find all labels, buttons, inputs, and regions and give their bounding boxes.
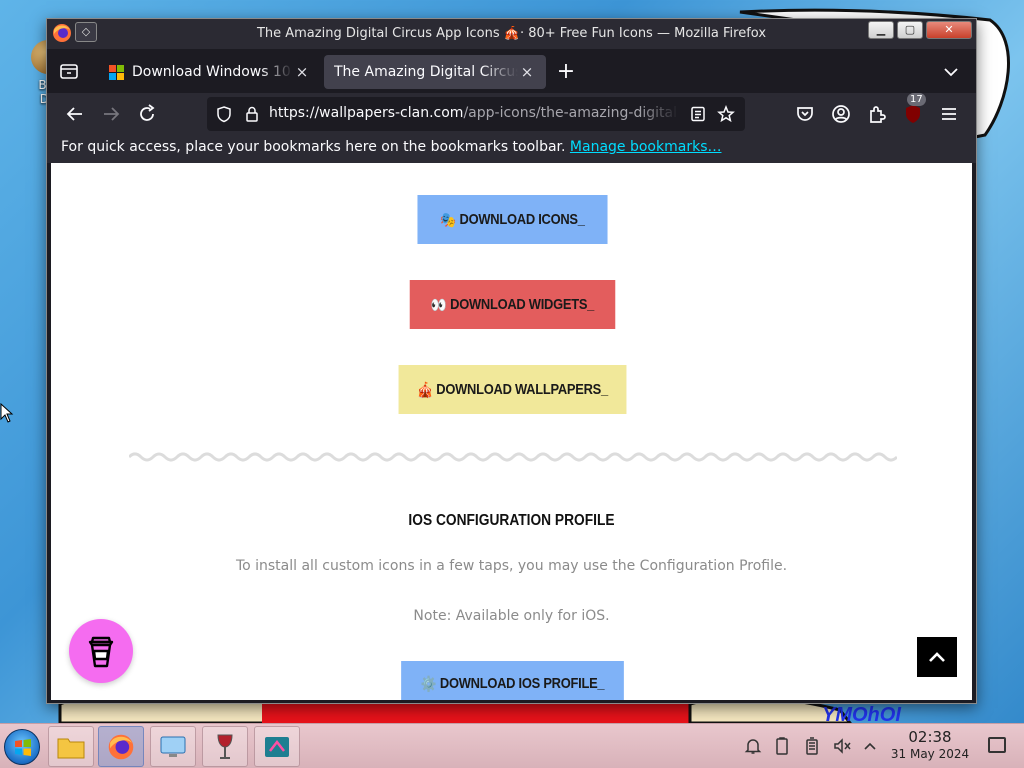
chevron-down-icon[interactable] [940, 61, 962, 83]
bookmarks-hint: For quick access, place your bookmarks h… [61, 139, 566, 155]
coffee-cup-icon [88, 636, 114, 668]
taskbar-system-settings[interactable] [150, 726, 196, 767]
taskbar-file-manager[interactable] [48, 726, 94, 767]
taskbar-clock[interactable]: 02:38 31 May 2024 [888, 729, 972, 762]
download-wallpapers-label: DOWNLOAD WALLPAPERS_ [436, 381, 608, 398]
pocket-icon[interactable] [793, 102, 817, 126]
taskbar-screenshot-tool[interactable] [254, 726, 300, 767]
page-content: 🎭 DOWNLOAD ICONS_ 👀 DOWNLOAD WIDGETS_ 🎪 … [51, 163, 972, 700]
chevron-up-icon [929, 652, 945, 662]
battery-icon[interactable] [802, 736, 822, 756]
monitor-settings-icon [160, 736, 186, 757]
wavy-divider [129, 452, 897, 462]
eyes-emoji-icon: 👀 [430, 296, 447, 314]
clock-time: 02:38 [908, 728, 952, 746]
notifications-bell-icon[interactable] [743, 736, 763, 756]
tab-bar: Download Windows 10 D × The Amazing Digi… [47, 49, 976, 93]
firefox-logo-icon [53, 24, 71, 42]
clipboard-icon[interactable] [772, 736, 792, 756]
firefox-logo-icon [108, 734, 134, 759]
download-widgets-label: DOWNLOAD WIDGETS_ [450, 296, 595, 313]
clock-date: 31 May 2024 [890, 747, 970, 761]
manage-bookmarks-link[interactable]: Manage bookmarks… [570, 139, 722, 155]
minimize-button[interactable]: ▁ [868, 21, 894, 39]
buy-me-a-coffee-button[interactable] [69, 619, 133, 683]
navigation-toolbar: https://wallpapers-clan.com/app-icons/th… [47, 93, 976, 135]
account-icon[interactable] [829, 102, 853, 126]
download-ios-profile-label: DOWNLOAD IOS PROFILE_ [439, 675, 605, 692]
masks-emoji-icon: 🎭 [440, 211, 457, 229]
window-pin-button[interactable]: ◇ [75, 22, 97, 42]
windows-logo-icon [15, 739, 31, 756]
profile-description: To install all custom icons in a few tap… [235, 558, 788, 574]
reload-icon[interactable] [135, 102, 159, 126]
tab-amazing-digital-circus[interactable]: The Amazing Digital Circus A × [324, 55, 546, 89]
taskbar: 02:38 31 May 2024 [0, 723, 1024, 768]
close-window-button[interactable]: ✕ [926, 21, 972, 39]
download-widgets-button[interactable]: 👀 DOWNLOAD WIDGETS_ [409, 280, 616, 329]
window-title: The Amazing Digital Circus App Icons 🎪· … [256, 26, 767, 41]
taskbar-wine[interactable] [202, 726, 248, 767]
back-arrow-icon[interactable] [63, 102, 87, 126]
tab-label: The Amazing Digital Circus A [334, 64, 518, 80]
hamburger-menu-icon[interactable] [937, 102, 961, 126]
section-title: IOS CONFIGURATION PROFILE [408, 512, 615, 529]
tab-list-icon[interactable] [57, 59, 81, 83]
forward-arrow-icon[interactable] [99, 102, 123, 126]
firefox-window: ◇ The Amazing Digital Circus App Icons 🎪… [46, 18, 977, 704]
bookmark-star-icon[interactable] [717, 105, 735, 123]
wine-glass-icon [217, 734, 233, 759]
volume-muted-icon[interactable] [832, 736, 852, 756]
window-controls: ▁ ▢ ✕ [865, 21, 972, 39]
tab-download-windows[interactable]: Download Windows 10 D × [99, 55, 321, 89]
screenshot-icon [265, 736, 289, 757]
maximize-button[interactable]: ▢ [897, 21, 923, 39]
url-text[interactable]: https://wallpapers-clan.com/app-icons/th… [269, 105, 679, 121]
tab-close-icon[interactable]: × [518, 63, 536, 81]
reader-view-icon[interactable] [689, 105, 707, 123]
download-ios-profile-button[interactable]: ⚙️ DOWNLOAD IOS PROFILE_ [401, 661, 624, 700]
start-button[interactable] [4, 729, 40, 765]
url-path: /app-icons/the-amazing-digital [463, 105, 677, 121]
taskbar-firefox[interactable] [98, 726, 144, 767]
extensions-icon[interactable] [865, 102, 889, 126]
circus-tent-emoji-icon: 🎪 [417, 381, 433, 399]
download-icons-label: DOWNLOAD ICONS_ [459, 211, 585, 228]
download-wallpapers-button[interactable]: 🎪 DOWNLOAD WALLPAPERS_ [398, 365, 627, 414]
bookmarks-toolbar: For quick access, place your bookmarks h… [47, 135, 976, 163]
chevron-up-icon[interactable] [860, 736, 880, 756]
gear-emoji-icon: ⚙️ [420, 675, 437, 693]
folder-icon [57, 738, 85, 758]
windows-logo-icon [109, 64, 124, 80]
tab-close-icon[interactable]: × [293, 63, 311, 81]
extension-badge: 17 [907, 93, 926, 106]
download-icons-button[interactable]: 🎭 DOWNLOAD ICONS_ [417, 195, 608, 244]
scroll-to-top-button[interactable] [917, 637, 957, 677]
mouse-pointer-icon [0, 403, 14, 423]
window-titlebar[interactable]: ◇ The Amazing Digital Circus App Icons 🎪… [47, 19, 976, 49]
url-bar[interactable]: https://wallpapers-clan.com/app-icons/th… [207, 97, 745, 131]
show-desktop-button[interactable] [988, 737, 1006, 753]
url-host: https://wallpapers-clan.com [269, 105, 464, 121]
new-tab-button[interactable]: + [554, 61, 578, 85]
ios-only-note: Note: Available only for iOS. [413, 608, 610, 624]
lock-icon[interactable] [243, 105, 261, 123]
tab-label: Download Windows 10 D [132, 64, 293, 80]
shield-icon[interactable] [215, 105, 233, 123]
